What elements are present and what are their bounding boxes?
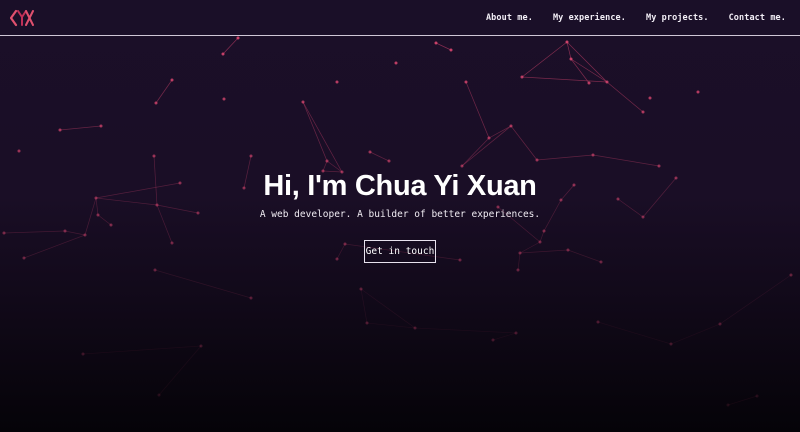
site-logo[interactable] [10, 9, 34, 27]
get-in-touch-button[interactable]: Get in touch [364, 240, 436, 263]
top-navbar: About me. My experience. My projects. Co… [0, 0, 800, 36]
main-nav: About me. My experience. My projects. Co… [486, 0, 786, 35]
hero-subtitle: A web developer. A builder of better exp… [259, 209, 541, 220]
nav-about[interactable]: About me. [486, 13, 533, 23]
nav-projects[interactable]: My projects. [646, 13, 709, 23]
hero-title: Hi, I'm Chua Yi Xuan [263, 170, 537, 202]
nav-contact[interactable]: Contact me. [729, 13, 786, 23]
cyx-logo-icon [10, 9, 34, 27]
nav-experience[interactable]: My experience. [553, 13, 626, 23]
